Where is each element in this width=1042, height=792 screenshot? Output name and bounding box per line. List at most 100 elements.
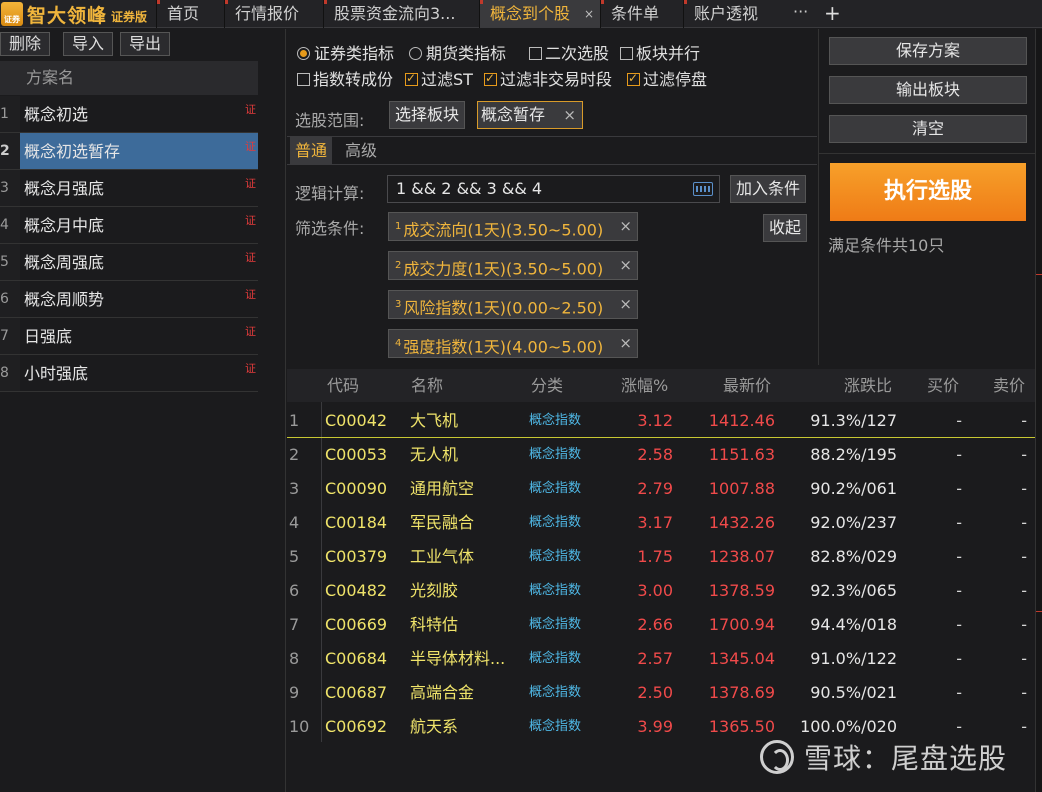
plan-row[interactable]: 6 概念周顺势 证 [0,281,258,318]
condition-number: 3 [395,299,402,310]
snowball-logo-icon [760,740,794,774]
sector-parallel-checkbox[interactable]: 板块并行 [620,40,700,64]
condition-number: 2 [395,260,402,271]
tab-advanced[interactable]: 高级 [340,137,382,165]
secondary-select-checkbox[interactable]: 二次选股 [529,40,609,64]
plan-panel: 删除 导入 导出 方案名 1 概念初选证 2 概念初选暂存证 3 概念月强底证 4 概念月中底… [0,29,286,792]
up-down-ratio: 92.0%/237 [810,513,897,532]
tab-conditional-order[interactable]: 条件单 [600,0,682,28]
securities-radio[interactable]: 证券类指标 [297,40,394,64]
condition-chip[interactable]: 2 成交力度(1天)(3.50~5.00) × [388,251,638,280]
col-code[interactable]: 代码 [327,369,359,402]
bid-price: - [956,411,962,430]
export-sector-button[interactable]: 输出板块 [829,76,1027,104]
bid-price: - [956,513,962,532]
filter-st-checkbox[interactable]: 过滤ST [405,66,473,90]
filter-nontrading-checkbox[interactable]: 过滤非交易时段 [484,66,612,90]
table-row[interactable]: 4 C00184 军民融合 概念指数 3.17 1432.26 92.0%/237 - - [287,506,1035,540]
delete-button[interactable]: 删除 [0,32,51,56]
tab-home[interactable]: 首页 [156,0,223,28]
plan-row[interactable]: 3 概念月强底 证 [0,170,258,207]
ask-price: - [1021,615,1027,634]
col-ratio[interactable]: 涨跌比 [844,369,892,402]
stock-name: 大飞机 [410,411,459,430]
change-percent: 3.99 [637,717,673,736]
last-price: 1238.07 [708,547,775,566]
row-index: 4 [289,513,300,532]
keyboard-icon[interactable] [693,182,713,196]
select-sector-button[interactable]: 选择板块 [389,101,466,129]
tab-concept-to-stock[interactable]: 概念到个股 × [479,0,600,28]
col-change[interactable]: 涨幅% [621,369,668,402]
tab-quotes[interactable]: 行情报价 [224,0,322,28]
plan-row[interactable]: 5 概念周强底 证 [0,244,258,281]
scope-label: 选股范围: [295,111,365,130]
plan-row[interactable]: 4 概念月中底 证 [0,207,258,244]
watermark: 雪球：尾盘选股 [760,737,1007,777]
change-percent: 2.66 [637,615,673,634]
col-name[interactable]: 名称 [411,369,443,402]
logic-input[interactable]: 1 && 2 && 3 && 4 [387,175,720,203]
save-plan-button[interactable]: 保存方案 [829,37,1027,65]
criteria-panel: 证券类指标 期货类指标 二次选股 板块并行 指数转成份 过滤ST 过滤非交易时段… [287,29,817,365]
add-tab-icon[interactable]: + [824,0,841,28]
condition-chip[interactable]: 4 强度指数(1天)(4.00~5.00) × [388,329,638,358]
stock-code: C00687 [325,683,388,702]
plan-row-label: 概念月中底 [24,216,105,235]
plan-row[interactable]: 8 小时强底 证 [0,355,258,392]
close-icon[interactable]: × [619,291,632,318]
category: 概念指数 [529,583,582,598]
checkbox-checked-icon [484,71,497,86]
category: 概念指数 [529,685,582,700]
close-icon[interactable]: × [619,213,632,240]
table-row[interactable]: 9 C00687 高端合金 概念指数 2.50 1378.69 90.5%/021 - - [287,676,1035,710]
condition-chip[interactable]: 1 成交流向(1天)(3.50~5.00) × [388,212,638,241]
close-icon[interactable]: × [563,102,576,128]
stock-code: C00669 [325,615,388,634]
col-bid[interactable]: 买价 [927,369,959,402]
table-row[interactable]: 3 C00090 通用航空 概念指数 2.79 1007.88 90.2%/061 - - [287,472,1035,506]
condition-chip[interactable]: 3 风险指数(1天)(0.00~2.50) × [388,290,638,319]
tab-close-icon[interactable]: × [584,0,594,28]
table-row[interactable]: 6 C00482 光刻胶 概念指数 3.00 1378.59 92.3%/065 - - [287,574,1035,608]
more-tabs-icon[interactable]: ··· [793,0,808,28]
table-row[interactable]: 8 C00684 半导体材料... 概念指数 2.57 1345.04 91.0%/122 -… [287,642,1035,676]
index-to-components-checkbox[interactable]: 指数转成份 [297,66,393,90]
stock-code: C00482 [325,581,388,600]
row-index: 9 [289,683,300,702]
table-row[interactable]: 7 C00669 科特估 概念指数 2.66 1700.94 94.4%/018 - - [287,608,1035,642]
tab-normal[interactable]: 普通 [290,137,333,165]
close-icon[interactable]: × [619,252,632,279]
table-row[interactable]: 1 C00042 大飞机 概念指数 3.12 1412.46 91.3%/127 - - [287,404,1035,438]
import-button[interactable]: 导入 [63,32,114,56]
close-icon[interactable]: × [619,330,632,357]
row-index: 1 [289,411,300,430]
category: 概念指数 [529,413,582,428]
tab-account[interactable]: 账户透视 [683,0,787,28]
plan-row[interactable]: 1 概念初选 证 [0,96,258,133]
tab-fund-flow[interactable]: 股票资金流向3... [323,0,478,28]
col-ask[interactable]: 卖价 [993,369,1025,402]
result-count: 满足条件共10只 [828,236,945,255]
add-condition-button[interactable]: 加入条件 [730,175,807,203]
collapse-button[interactable]: 收起 [763,214,808,242]
row-index: 6 [289,581,300,600]
table-row[interactable]: 2 C00053 无人机 概念指数 2.58 1151.63 88.2%/195 - - [287,438,1035,472]
col-price[interactable]: 最新价 [723,369,771,402]
clear-button[interactable]: 清空 [829,115,1027,143]
tab-label: 行情报价 [235,4,300,23]
securities-tag: 证 [245,214,256,227]
filter-suspended-checkbox[interactable]: 过滤停盘 [627,66,707,90]
plan-row-number: 5 [0,244,20,280]
table-row[interactable]: 5 C00379 工业气体 概念指数 1.75 1238.07 82.8%/029 - - [287,540,1035,574]
futures-radio[interactable]: 期货类指标 [409,40,506,64]
stock-name: 光刻胶 [410,581,459,600]
side-strip [1035,29,1042,792]
execute-button[interactable]: 执行选股 [830,163,1026,221]
marker [1036,274,1042,275]
plan-row[interactable]: 7 日强底 证 [0,318,258,355]
export-button[interactable]: 导出 [120,32,171,56]
plan-row[interactable]: 2 概念初选暂存 证 [0,133,258,170]
scope-chip[interactable]: 概念暂存 × [477,101,583,129]
col-category[interactable]: 分类 [531,369,563,402]
